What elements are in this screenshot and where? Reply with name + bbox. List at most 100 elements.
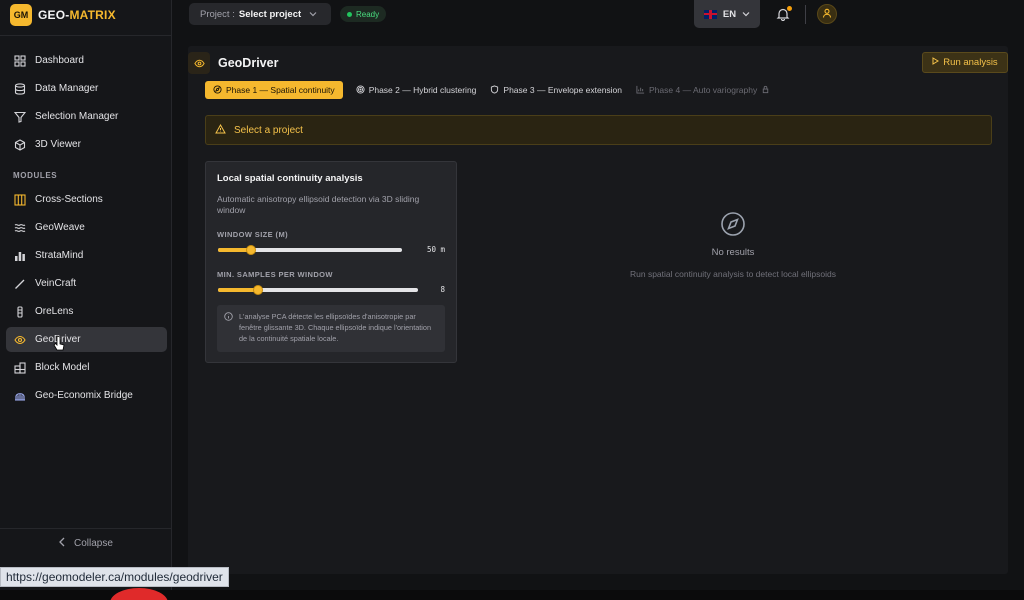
filter-icon (14, 111, 26, 123)
waves-icon (14, 222, 26, 234)
columns-icon (14, 193, 26, 206)
tab-phase-1[interactable]: Phase 1 — Spatial continuity (205, 81, 343, 99)
sidebar-item-label: Selection Manager (35, 111, 119, 122)
tab-label: Phase 4 — Auto variography (649, 85, 758, 95)
warning-icon (215, 123, 226, 137)
bridge-icon (14, 390, 26, 402)
sidebar-item-label: Geo-Economix Bridge (35, 390, 133, 401)
project-select-value: Select project (238, 8, 302, 20)
chart-icon (636, 85, 645, 96)
project-select[interactable]: Project : Select project (189, 3, 331, 25)
notifications-button[interactable] (776, 6, 792, 22)
language-select[interactable]: EN (694, 0, 760, 28)
sidebar-bottom-divider (0, 528, 172, 529)
sidebar-item-geo-economix-bridge[interactable]: Geo-Economix Bridge (6, 383, 167, 408)
topbar-separator (805, 5, 806, 24)
sidebar: GM GEO-MATRIX Dashboard Data Manager Sel… (0, 0, 172, 590)
sidebar-item-label: Cross-Sections (35, 194, 103, 205)
brand-logo: GM (10, 4, 32, 26)
chevron-down-icon (742, 9, 750, 20)
lock-icon (761, 85, 770, 96)
window-size-value: 50 m (426, 245, 445, 254)
language-label: EN (722, 8, 737, 20)
empty-state: No results Run spatial continuity analys… (628, 211, 838, 279)
select-project-alert: Select a project (205, 115, 992, 145)
chevron-down-icon (309, 9, 317, 20)
empty-title: No results (711, 247, 755, 258)
sidebar-item-geoweave[interactable]: GeoWeave (6, 215, 167, 240)
sidebar-item-stratamind[interactable]: StrataMind (6, 243, 167, 268)
pen-icon (14, 278, 26, 290)
slider-thumb[interactable] (246, 245, 256, 255)
tab-label: Phase 3 — Envelope extension (503, 85, 623, 95)
blocks-icon (14, 361, 26, 374)
bars-icon (14, 250, 26, 262)
brand-name-accent: MATRIX (69, 8, 116, 22)
alert-text: Select a project (234, 124, 303, 136)
main-nav: Dashboard Data Manager Selection Manager… (6, 48, 167, 160)
phase-tabs: Phase 1 — Spatial continuity Phase 2 — H… (205, 81, 771, 99)
status-badge: Ready (340, 6, 387, 22)
sidebar-item-label: 3D Viewer (35, 139, 81, 150)
sidebar-item-label: GeoWeave (35, 222, 85, 233)
sidebar-divider (0, 35, 172, 36)
sidebar-item-cross-sections[interactable]: Cross-Sections (6, 187, 167, 212)
brand-name: GEO-MATRIX (38, 8, 116, 22)
main-panel: GeoDriver Run analysis Phase 1 — Spatial… (188, 46, 1008, 574)
shield-icon (490, 84, 499, 96)
sidebar-item-veincraft[interactable]: VeinCraft (6, 271, 167, 296)
tab-phase-3[interactable]: Phase 3 — Envelope extension (489, 81, 623, 99)
chevron-left-icon (58, 537, 66, 550)
min-samples-value: 8 (440, 285, 445, 294)
slider-thumb[interactable] (253, 285, 263, 295)
app-window: GM GEO-MATRIX Dashboard Data Manager Sel… (0, 0, 1024, 600)
user-icon (822, 8, 832, 21)
modules-nav: Cross-Sections GeoWeave StrataMind VeinC… (6, 187, 167, 411)
collapse-label: Collapse (74, 538, 113, 549)
sidebar-item-label: OreLens (35, 306, 74, 317)
window-size-label: WINDOW SIZE (M) (217, 230, 288, 239)
sidebar-item-dashboard[interactable]: Dashboard (6, 48, 167, 73)
window-size-slider[interactable] (218, 244, 402, 256)
sidebar-item-geodriver[interactable]: GeoDriver (6, 327, 167, 352)
spatial-continuity-card: Local spatial continuity analysis Automa… (205, 161, 457, 363)
brand[interactable]: GM GEO-MATRIX (10, 4, 116, 26)
modules-section-label: MODULES (13, 171, 58, 180)
compass-icon (213, 84, 222, 96)
run-analysis-button[interactable]: Run analysis (922, 52, 1008, 73)
compass-icon (720, 211, 746, 237)
target-icon (356, 84, 365, 96)
sidebar-item-label: Data Manager (35, 83, 99, 94)
topbar: Project : Select project Ready EN (173, 0, 1024, 28)
play-icon (932, 57, 940, 68)
tab-phase-2[interactable]: Phase 2 — Hybrid clustering (355, 81, 478, 99)
sidebar-item-selection-manager[interactable]: Selection Manager (6, 104, 167, 129)
eye-icon (188, 52, 210, 74)
status-text: Ready (356, 9, 380, 19)
run-analysis-label: Run analysis (943, 57, 998, 68)
info-text: L'analyse PCA détecte les ellipsoïdes d'… (239, 312, 432, 343)
tube-icon (14, 305, 26, 318)
sidebar-item-label: Block Model (35, 362, 90, 373)
notification-dot (787, 6, 792, 11)
sidebar-item-3d-viewer[interactable]: 3D Viewer (6, 132, 167, 157)
sidebar-item-block-model[interactable]: Block Model (6, 355, 167, 380)
sidebar-item-data-manager[interactable]: Data Manager (6, 76, 167, 101)
page-title: GeoDriver (218, 56, 279, 70)
slider-fill (218, 288, 258, 292)
avatar[interactable] (817, 4, 837, 24)
status-dot-icon (347, 11, 352, 17)
tab-phase-4[interactable]: Phase 4 — Auto variography (635, 81, 771, 99)
card-description: Automatic anisotropy ellipsoid detection… (217, 194, 420, 215)
status-url-tooltip: https://geomodeler.ca/modules/geodriver (0, 567, 229, 587)
project-select-label: Project : (200, 8, 235, 20)
sidebar-item-orelens[interactable]: OreLens (6, 299, 167, 324)
database-icon (14, 82, 26, 95)
sidebar-item-label: Dashboard (35, 55, 84, 66)
sidebar-item-label: StrataMind (35, 250, 84, 261)
collapse-button[interactable]: Collapse (58, 537, 113, 550)
info-icon (224, 312, 233, 321)
page-header: GeoDriver (188, 52, 278, 74)
min-samples-slider[interactable] (218, 284, 418, 296)
empty-subtitle: Run spatial continuity analysis to detec… (629, 269, 836, 279)
